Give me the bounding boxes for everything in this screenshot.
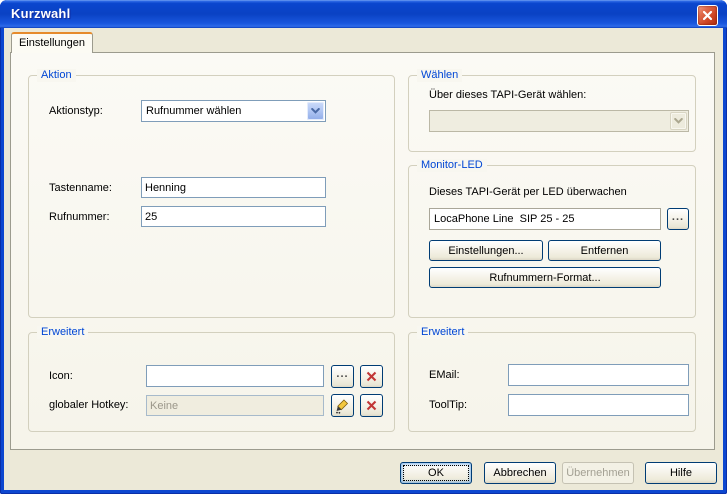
tooltip-label: ToolTip: bbox=[429, 394, 467, 416]
pencil-icon bbox=[335, 398, 350, 414]
aktionstyp-dropdown-button[interactable] bbox=[307, 102, 324, 120]
title-bar[interactable]: Kurzwahl bbox=[0, 0, 727, 28]
aktionstyp-combobox[interactable]: Rufnummer wählen bbox=[141, 100, 326, 122]
monitor-led-description: Dieses TAPI-Gerät per LED überwachen bbox=[429, 186, 627, 198]
remove-x-icon bbox=[365, 399, 378, 412]
remove-x-icon bbox=[365, 370, 378, 383]
tooltip-input[interactable] bbox=[508, 394, 689, 416]
tastenname-input[interactable] bbox=[141, 177, 326, 198]
hotkey-edit-button[interactable] bbox=[331, 394, 354, 417]
monitored-device-value: LocaPhone Line SIP 25 - 25 bbox=[434, 213, 574, 225]
group-monitor-led: Monitor-LED Dieses TAPI-Gerät per LED üb… bbox=[408, 165, 696, 318]
group-monitor-led-title: Monitor-LED bbox=[417, 159, 487, 172]
group-waehlen: Wählen Über dieses TAPI-Gerät wählen: bbox=[408, 75, 696, 152]
group-aktion: Aktion Aktionstyp: Rufnummer wählen Tast… bbox=[28, 75, 395, 318]
icon-browse-button[interactable]: ... bbox=[331, 365, 354, 388]
group-erweitert-rechts: Erweitert EMail: ToolTip: bbox=[408, 332, 696, 432]
group-aktion-title: Aktion bbox=[37, 69, 76, 82]
window-title: Kurzwahl bbox=[11, 6, 70, 21]
led-einstellungen-button[interactable]: Einstellungen... bbox=[429, 240, 543, 261]
dialog-window: Kurzwahl Einstellungen Aktion Aktionstyp… bbox=[0, 0, 727, 494]
rufnummern-format-button[interactable]: Rufnummern-Format... bbox=[429, 267, 661, 288]
hotkey-input bbox=[146, 395, 324, 416]
apply-button: Übernehmen bbox=[562, 462, 634, 484]
tab-einstellungen[interactable]: Einstellungen bbox=[11, 32, 93, 53]
chevron-down-icon bbox=[311, 108, 320, 114]
email-label: EMail: bbox=[429, 364, 460, 386]
monitored-device-field: LocaPhone Line SIP 25 - 25 bbox=[429, 208, 661, 230]
ellipsis-icon: ... bbox=[672, 211, 684, 223]
entfernen-button[interactable]: Entfernen bbox=[548, 240, 661, 261]
help-button[interactable]: Hilfe bbox=[645, 462, 717, 484]
icon-clear-button[interactable] bbox=[360, 365, 383, 388]
cancel-button[interactable]: Abbrechen bbox=[484, 462, 556, 484]
email-input[interactable] bbox=[508, 364, 689, 386]
hotkey-clear-button[interactable] bbox=[360, 394, 383, 417]
aktionstyp-selected-value: Rufnummer wählen bbox=[142, 102, 306, 120]
ellipsis-icon: ... bbox=[336, 368, 348, 380]
close-button[interactable] bbox=[697, 5, 718, 26]
aktionstyp-label: Aktionstyp: bbox=[49, 100, 103, 122]
group-erweitert-links: Erweitert Icon: ... globaler Hotkey: bbox=[28, 332, 395, 432]
group-erweitert-links-title: Erweitert bbox=[37, 326, 88, 339]
group-erweitert-rechts-title: Erweitert bbox=[417, 326, 468, 339]
chevron-down-icon bbox=[674, 118, 683, 124]
tab-label: Einstellungen bbox=[19, 37, 85, 49]
tapi-device-dial-combobox bbox=[429, 110, 689, 132]
tastenname-label: Tastenname: bbox=[49, 177, 112, 199]
group-waehlen-title: Wählen bbox=[417, 69, 462, 82]
icon-label: Icon: bbox=[49, 365, 73, 387]
tapi-device-dial-label: Über dieses TAPI-Gerät wählen: bbox=[429, 84, 586, 106]
tapi-device-dial-dropdown-button bbox=[670, 112, 687, 130]
close-icon bbox=[702, 10, 713, 21]
hotkey-label: globaler Hotkey: bbox=[49, 394, 129, 416]
monitor-device-browse-button[interactable]: ... bbox=[667, 208, 689, 230]
ok-button[interactable]: OK bbox=[400, 462, 472, 484]
icon-input[interactable] bbox=[146, 365, 324, 387]
rufnummer-input[interactable] bbox=[141, 206, 326, 227]
rufnummer-label: Rufnummer: bbox=[49, 206, 110, 228]
